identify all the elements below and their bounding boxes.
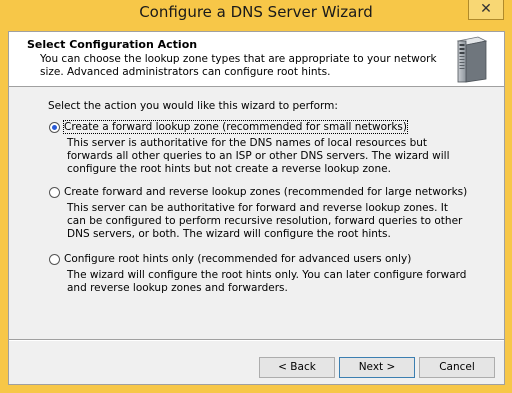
server-icon <box>456 36 488 83</box>
radio-root-hints-only[interactable] <box>49 254 60 265</box>
wizard-body: Select the action you would like this wi… <box>9 87 504 339</box>
action-prompt: Select the action you would like this wi… <box>48 100 338 112</box>
option-label[interactable]: Create forward and reverse lookup zones … <box>64 186 467 198</box>
wizard-window: Configure a DNS Server Wizard ✕ Select C… <box>0 0 512 393</box>
wizard-header: Select Configuration Action You can choo… <box>9 32 504 87</box>
header-description: You can choose the lookup zone types tha… <box>40 53 437 78</box>
title-bar[interactable]: Configure a DNS Server Wizard ✕ <box>0 0 512 27</box>
header-title: Select Configuration Action <box>27 38 198 51</box>
next-button[interactable]: Next > <box>339 357 415 378</box>
radio-forward-and-reverse-zones[interactable] <box>49 187 60 198</box>
radio-forward-lookup-zone[interactable] <box>49 122 60 133</box>
close-icon: ✕ <box>480 1 492 17</box>
wizard-client-area: Select Configuration Action You can choo… <box>8 31 505 385</box>
option-description: This server can be authoritative for for… <box>67 202 463 240</box>
option-label[interactable]: Configure root hints only (recommended f… <box>64 253 411 265</box>
option-label[interactable]: Create a forward lookup zone (recommende… <box>63 120 408 134</box>
back-button[interactable]: < Back <box>259 357 335 378</box>
option-description: The wizard will configure the root hints… <box>67 269 467 294</box>
close-button[interactable]: ✕ <box>468 0 504 20</box>
cancel-button[interactable]: Cancel <box>419 357 495 378</box>
button-divider <box>9 339 504 341</box>
window-title: Configure a DNS Server Wizard <box>139 3 373 21</box>
option-description: This server is authoritative for the DNS… <box>67 137 450 175</box>
